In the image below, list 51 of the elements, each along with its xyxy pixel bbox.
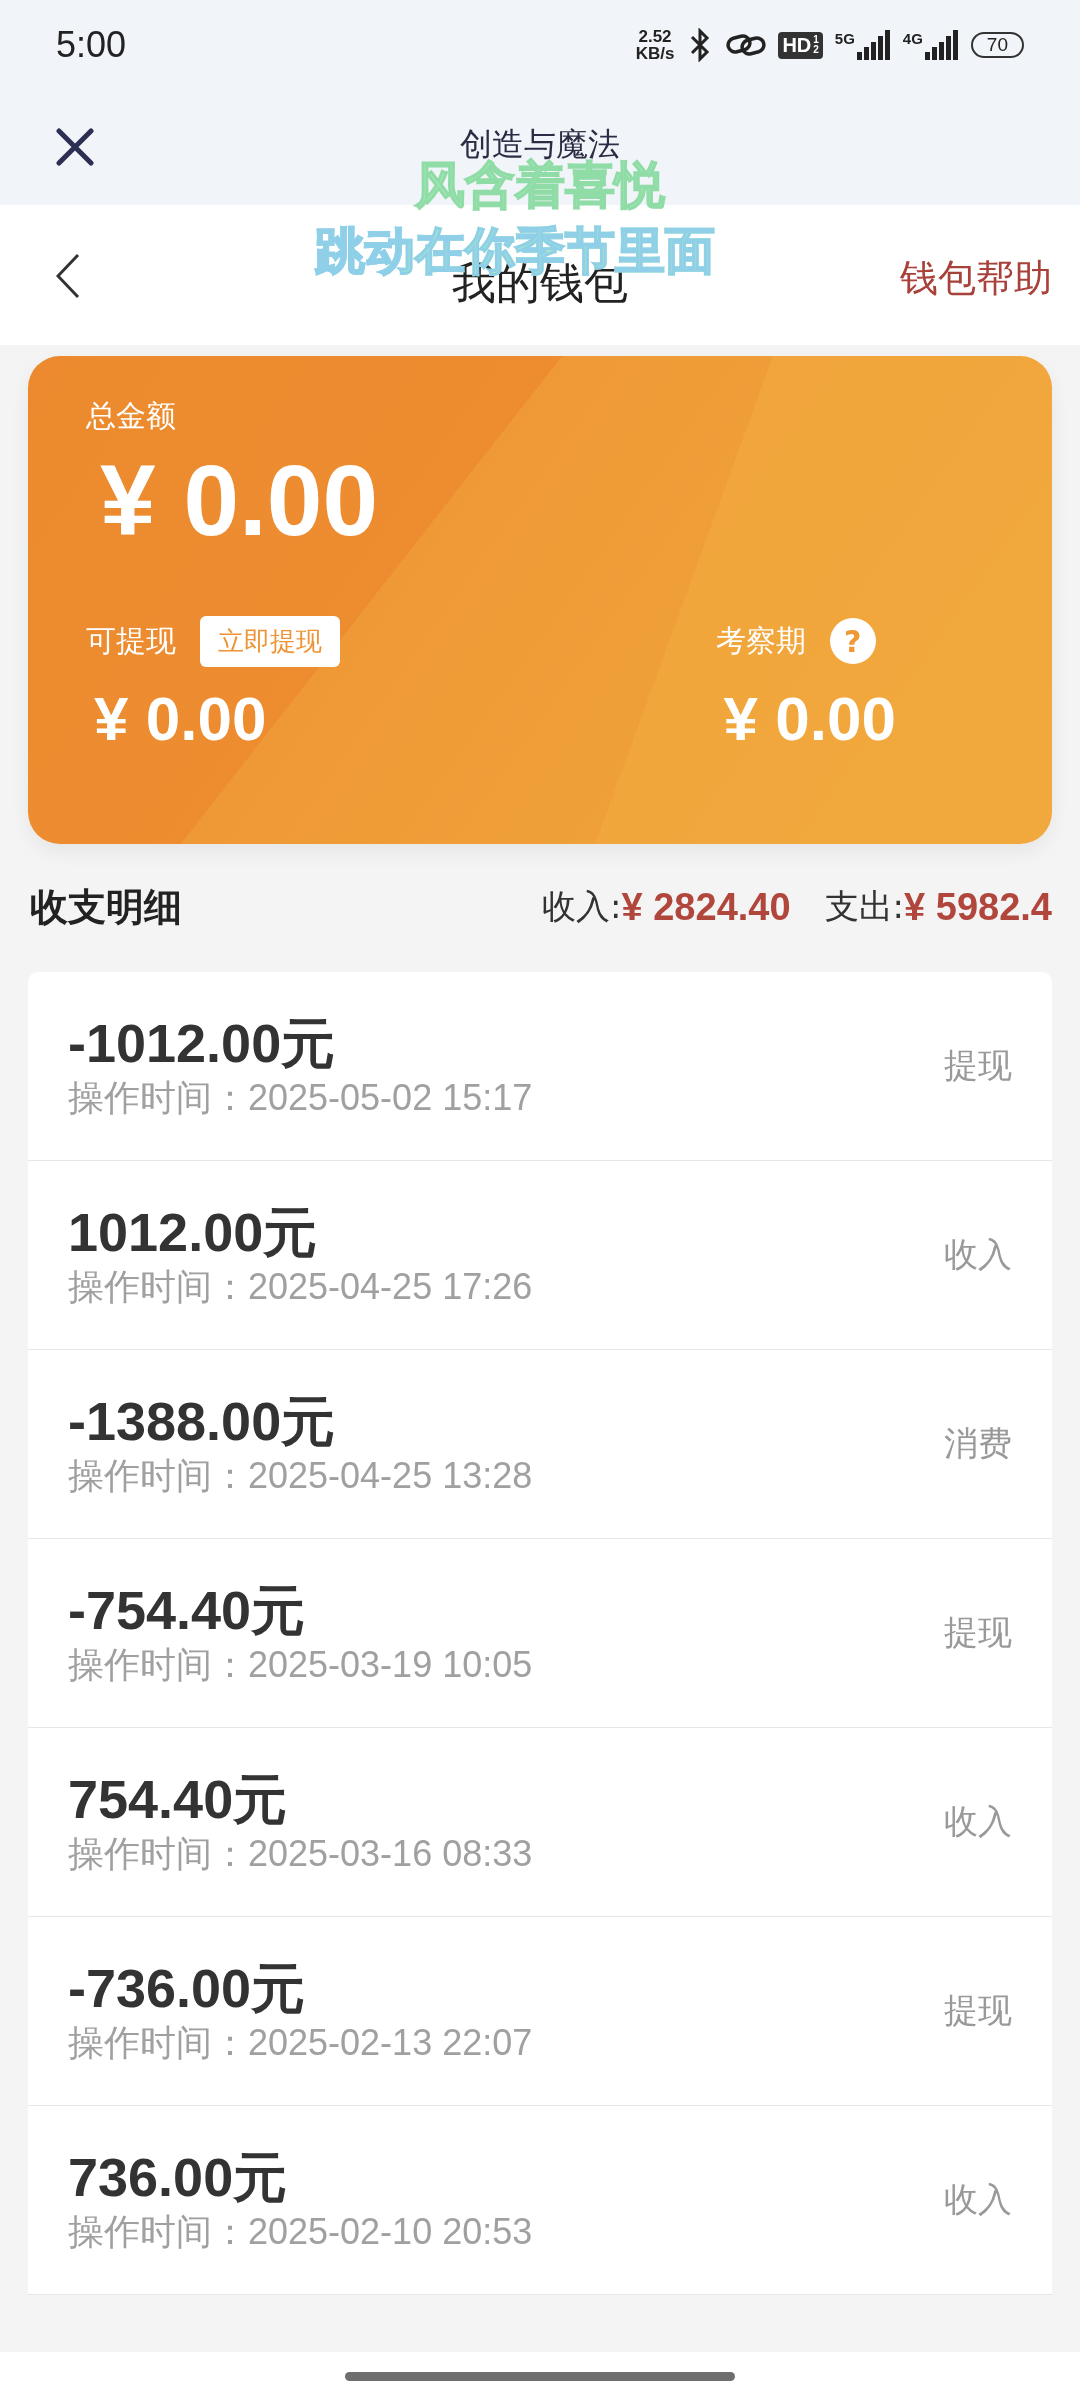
transaction-time: 操作时间：2025-02-13 22:07 — [68, 2021, 534, 2065]
link-icon — [726, 31, 767, 59]
network-speed: 2.52 KB/s — [635, 28, 675, 62]
transaction-amount: -754.40元 — [68, 1579, 307, 1641]
total-amount: ¥ 0.00 — [100, 445, 380, 555]
signal-icon — [924, 30, 959, 60]
transaction-type: 收入 — [944, 1233, 1012, 1276]
income-label: 收入: — [542, 885, 622, 928]
transaction-type: 收入 — [944, 1800, 1012, 1843]
transaction-amount: 754.40元 — [68, 1768, 289, 1830]
transaction-row[interactable]: 1012.00元 操作时间：2025-04-25 17:26 收入 — [28, 1161, 1052, 1350]
transaction-time: 操作时间：2025-05-02 15:17 — [68, 1076, 534, 1120]
transaction-type: 提现 — [944, 1989, 1012, 2032]
withdrawable-label: 可提现 — [86, 621, 176, 660]
network-type: 5G — [834, 30, 855, 47]
transaction-row[interactable]: 754.40元 操作时间：2025-03-16 08:33 收入 — [28, 1728, 1052, 1917]
expense-total: ¥ 5982.4 — [904, 885, 1052, 929]
transaction-amount: -1388.00元 — [68, 1390, 337, 1452]
home-indicator[interactable] — [345, 2371, 735, 2381]
transaction-type: 提现 — [944, 1044, 1012, 1087]
transaction-amount: 736.00元 — [68, 2146, 289, 2208]
total-label: 总金额 — [86, 397, 177, 435]
transaction-time: 操作时间：2025-02-10 20:53 — [68, 2210, 534, 2254]
battery-indicator: 70 — [970, 32, 1024, 58]
transaction-row[interactable]: -1388.00元 操作时间：2025-04-25 13:28 消费 — [28, 1350, 1052, 1539]
transaction-time: 操作时间：2025-03-16 08:33 — [68, 1832, 534, 1876]
transaction-type: 提现 — [944, 1611, 1012, 1654]
section-title: 收支明细 — [30, 883, 183, 931]
close-icon[interactable] — [56, 128, 94, 166]
review-period-amount: ¥ 0.00 — [722, 683, 896, 754]
transaction-row[interactable]: -736.00元 操作时间：2025-02-13 22:07 提现 — [28, 1917, 1052, 2106]
transaction-time: 操作时间：2025-04-25 13:28 — [68, 1454, 534, 1498]
transaction-row[interactable]: 736.00元 操作时间：2025-02-10 20:53 收入 — [28, 2106, 1052, 2295]
wallet-help-link[interactable]: 钱包帮助 — [900, 253, 1052, 304]
transaction-amount: 1012.00元 — [68, 1201, 319, 1263]
transaction-time: 操作时间：2025-04-25 17:26 — [68, 1265, 534, 1309]
network-type: 4G — [902, 30, 923, 47]
status-time: 5:00 — [56, 24, 127, 66]
back-icon[interactable] — [56, 253, 80, 299]
transaction-type: 收入 — [944, 2178, 1012, 2221]
expense-label: 支出: — [824, 885, 905, 928]
transaction-row[interactable]: -754.40元 操作时间：2025-03-19 10:05 提现 — [28, 1539, 1052, 1728]
transaction-amount: -1012.00元 — [68, 1012, 337, 1074]
income-total: ¥ 2824.40 — [621, 885, 791, 929]
transaction-row[interactable]: -1012.00元 操作时间：2025-05-02 15:17 提现 — [28, 972, 1052, 1161]
transaction-time: 操作时间：2025-03-19 10:05 — [68, 1643, 534, 1687]
withdrawable-amount: ¥ 0.00 — [93, 683, 268, 754]
transaction-type: 消费 — [944, 1422, 1012, 1465]
review-period-label: 考察期 — [715, 621, 806, 660]
transaction-amount: -736.00元 — [68, 1957, 307, 2019]
signal-icon — [856, 30, 891, 60]
